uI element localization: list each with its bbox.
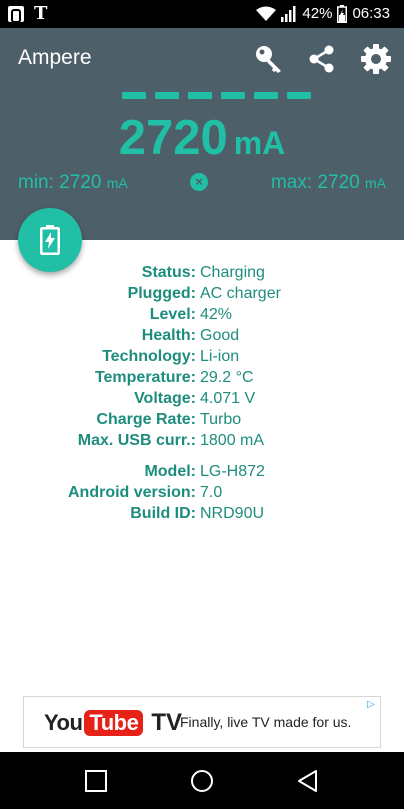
- info-row-voltage: Voltage: 4.071 V: [0, 388, 404, 409]
- info-row-level: Level: 42%: [0, 304, 404, 325]
- status-bar-left: T: [8, 4, 47, 24]
- info-row-status: Status: Charging: [0, 262, 404, 283]
- clock: 06:33: [352, 5, 390, 22]
- min-reading: min: 2720 mA: [18, 172, 128, 194]
- logo-you: You: [44, 710, 83, 735]
- info-label: Plugged:: [127, 285, 196, 302]
- info-row-charge-rate: Charge Rate: Turbo: [0, 409, 404, 430]
- info-row-technology: Technology: Li-ion: [0, 346, 404, 367]
- current-value: 2720: [118, 111, 228, 165]
- info-value: 7.0: [200, 484, 223, 501]
- battery-percent: 42%: [302, 5, 333, 22]
- ad-text: Finally, live TV made for us.: [180, 714, 352, 730]
- info-label: Android version:: [67, 484, 196, 501]
- key-button[interactable]: [252, 42, 286, 76]
- youtube-tv-logo: You Tube TV: [44, 709, 182, 737]
- info-label: Charge Rate:: [96, 411, 196, 428]
- close-icon: ×: [195, 174, 203, 189]
- indicator-dash: [188, 92, 212, 99]
- settings-icon: [361, 44, 391, 74]
- info-label: Health:: [141, 327, 196, 344]
- info-label: Voltage:: [134, 390, 196, 407]
- reading-indicator: [122, 92, 311, 99]
- indicator-dash: [221, 92, 245, 99]
- status-bar-right: 42% 06:33: [256, 3, 390, 25]
- share-button[interactable]: [305, 42, 339, 76]
- info-label: Temperature:: [94, 369, 196, 386]
- info-value: 1800 mA: [200, 432, 265, 449]
- wifi-icon: [256, 6, 277, 21]
- info-row-health: Health: Good: [0, 325, 404, 346]
- battery-charging-icon: [337, 5, 348, 23]
- info-label: Max. USB curr.:: [77, 432, 196, 449]
- ad-banner[interactable]: You Tube TV Finally, live TV made for us…: [23, 696, 381, 748]
- adchoices-icon[interactable]: ▷: [364, 698, 378, 712]
- reset-button[interactable]: ×: [190, 173, 208, 191]
- info-row-model: Model: LG-H872: [0, 461, 404, 482]
- logo-tv: TV: [151, 709, 183, 736]
- app-title: Ampere: [18, 46, 92, 69]
- indicator-dash: [155, 92, 179, 99]
- info-value: 4.071 V: [200, 390, 256, 407]
- min-unit: mA: [106, 175, 128, 191]
- info-value: AC charger: [200, 285, 281, 302]
- current-unit: mA: [233, 125, 286, 161]
- min-label: min: 2720: [18, 172, 102, 193]
- max-unit: mA: [365, 175, 386, 191]
- share-icon: [309, 45, 334, 73]
- outlook-icon: [8, 6, 24, 23]
- recents-button[interactable]: [82, 767, 110, 795]
- navigation-bar: [0, 752, 404, 809]
- info-label: Level:: [149, 306, 196, 323]
- info-label: Technology:: [102, 348, 196, 365]
- indicator-dash: [122, 92, 146, 99]
- battery-info: Status: Charging Plugged: AC charger Lev…: [0, 262, 404, 524]
- current-reading: 2720 mA: [0, 110, 404, 166]
- max-label: max: 2720: [270, 172, 360, 193]
- info-row-build-id: Build ID: NRD90U: [0, 503, 404, 524]
- logo-tube: Tube: [84, 710, 144, 736]
- indicator-dash: [254, 92, 278, 99]
- info-label: Status:: [141, 264, 196, 281]
- info-value: LG-H872: [200, 463, 265, 480]
- info-value: Li-ion: [200, 348, 240, 365]
- header: Ampere 2720 mA min: 2720 mA × max: 2720 …: [0, 28, 404, 240]
- key-icon: [256, 46, 281, 73]
- info-value: Turbo: [200, 411, 242, 428]
- signal-icon: [281, 6, 296, 22]
- info-value: Good: [200, 327, 240, 344]
- info-value: 29.2 °C: [200, 369, 254, 386]
- info-value: Charging: [200, 264, 265, 281]
- info-row-max-usb-current: Max. USB curr.: 1800 mA: [0, 430, 404, 451]
- settings-button[interactable]: [359, 42, 393, 76]
- info-row-plugged: Plugged: AC charger: [0, 283, 404, 304]
- info-label: Model:: [144, 463, 196, 480]
- t-mobile-icon: T: [34, 3, 48, 24]
- info-row-temperature: Temperature: 29.2 °C: [0, 367, 404, 388]
- status-bar: T 42% 06:33: [0, 0, 404, 28]
- info-row-android-version: Android version: 7.0: [0, 482, 404, 503]
- indicator-dash: [287, 92, 311, 99]
- max-reading: max: 2720 mA: [271, 172, 386, 194]
- home-button[interactable]: [188, 767, 216, 795]
- info-value: 42%: [200, 306, 233, 323]
- info-value: NRD90U: [200, 505, 265, 522]
- info-label: Build ID:: [130, 505, 196, 522]
- back-button[interactable]: [294, 767, 322, 795]
- battery-charging-icon: [40, 225, 60, 255]
